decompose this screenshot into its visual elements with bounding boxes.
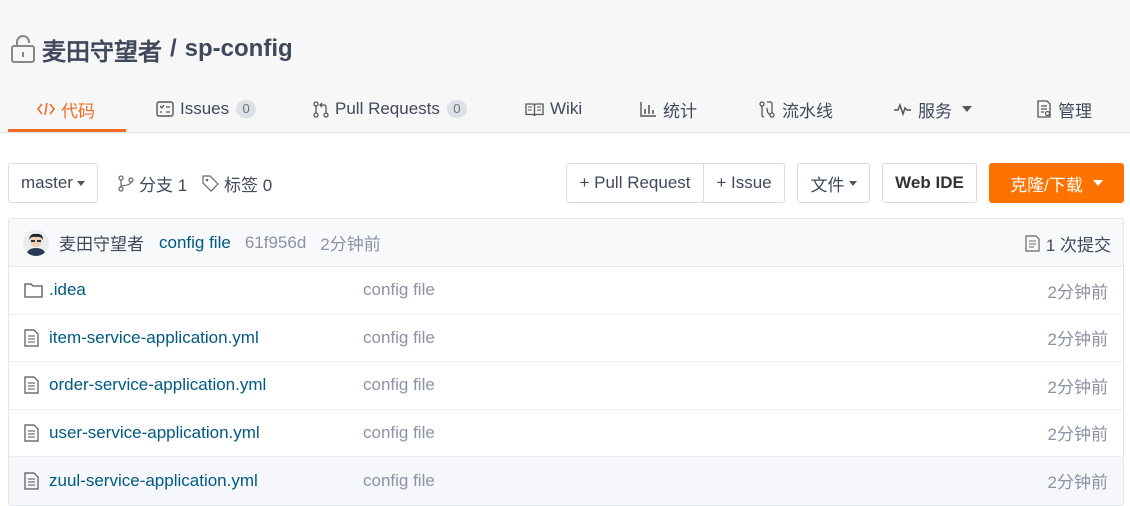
tab-stats[interactable]: 统计 [640,86,697,132]
tab-manage-label: 管理 [1058,101,1092,121]
repo-tabs: 代码 Issues 0 Pull Requests 0 Wiki 统计 流水线 … [0,86,1130,133]
file-commit-time: 2分钟前 [1047,282,1108,302]
file-name-link[interactable]: item-service-application.yml [49,328,259,348]
code-icon [37,101,55,117]
file-row[interactable]: user-service-application.yml config file… [9,410,1123,457]
file-menu-button[interactable]: 文件 [797,163,870,203]
tab-pipeline-label: 流水线 [782,101,833,121]
tab-pipeline[interactable]: 流水线 [758,86,833,132]
tab-wiki[interactable]: Wiki [525,86,582,132]
clone-download-button[interactable]: 克隆/下载 [989,163,1124,203]
book-icon [525,102,544,117]
pull-requests-count-badge: 0 [446,100,467,118]
file-commit-message[interactable]: config file [363,280,435,300]
tab-stats-label: 统计 [663,101,697,121]
tab-code-label: 代码 [61,101,95,121]
avatar[interactable] [23,229,49,256]
file-icon [24,424,39,442]
active-tab-indicator [8,129,126,132]
repo-owner-link[interactable]: 麦田守望者 [42,32,162,67]
branches-label: 分支 1 [139,175,188,195]
pull-request-icon [313,100,329,118]
file-commit-time: 2分钟前 [1047,425,1108,445]
file-name-link[interactable]: .idea [49,280,86,300]
file-row[interactable]: order-service-application.yml config fil… [9,362,1123,410]
branch-select-label: master [21,173,73,192]
commit-sha[interactable]: 61f956d [245,233,306,253]
repo-name-link[interactable]: sp-config [185,35,293,63]
tab-pull-requests-label: Pull Requests [335,99,440,118]
repo-separator: / [170,35,177,62]
tab-wiki-label: Wiki [550,99,583,118]
settings-doc-icon [1036,100,1052,118]
tags-link[interactable]: 标签 0 [202,163,272,203]
file-name-link[interactable]: order-service-application.yml [49,375,266,395]
repo-header: 麦田守望者 / sp-config 代码 Issues 0 Pull Reque… [0,0,1130,133]
commit-author[interactable]: 麦田守望者 [59,230,144,255]
file-name-link[interactable]: zuul-service-application.yml [49,471,258,491]
branches-link[interactable]: 分支 1 [118,163,187,203]
pipeline-icon [758,100,776,118]
repo-toolbar: master 分支 1 标签 0 + Pull Request + Issue … [0,163,1130,203]
tab-code[interactable]: 代码 [37,86,95,132]
file-commit-message[interactable]: config file [363,375,435,395]
file-commit-time: 2分钟前 [1047,330,1108,350]
file-row[interactable]: item-service-application.yml config file… [9,315,1123,362]
file-commit-message[interactable]: config file [363,423,435,443]
file-commit-time: 2分钟前 [1047,377,1108,397]
issues-count-badge: 0 [236,100,257,118]
folder-icon [24,282,43,298]
file-commit-time: 2分钟前 [1047,473,1108,493]
chevron-down-icon [76,180,85,186]
commit-history-icon [1025,234,1040,252]
new-pull-request-button[interactable]: + Pull Request [566,163,704,203]
tab-pull-requests[interactable]: Pull Requests 0 [313,86,467,132]
new-issue-button[interactable]: + Issue [703,163,785,203]
chevron-down-icon [848,180,857,186]
chevron-down-icon [1092,180,1103,186]
repo-title: 麦田守望者 / sp-config [10,32,293,66]
file-row[interactable]: .idea config file 2分钟前 [9,267,1123,315]
file-commit-message[interactable]: config file [363,471,435,491]
file-icon [24,472,39,490]
latest-commit-bar: 麦田守望者 config file 61f956d 2分钟前 1 次提交 [9,219,1123,267]
branch-icon [118,174,134,192]
file-name-link[interactable]: user-service-application.yml [49,423,260,443]
tab-services-label: 服务 [918,101,952,121]
lock-icon [10,34,36,64]
tab-manage[interactable]: 管理 [1036,86,1092,132]
file-menu-label: 文件 [810,175,845,195]
file-commit-message[interactable]: config file [363,328,435,348]
tab-services[interactable]: 服务 [893,86,972,132]
clone-download-label: 克隆/下载 [1010,175,1083,195]
commit-count-label: 1 次提交 [1045,235,1111,255]
commit-message-link[interactable]: config file [159,233,231,253]
tag-icon [202,174,219,192]
commit-count-link[interactable]: 1 次提交 [1025,219,1111,267]
issues-icon [156,101,174,117]
chevron-down-icon [962,106,972,112]
tab-issues-label: Issues [180,99,230,118]
tags-label: 标签 0 [224,175,273,195]
file-row[interactable]: zuul-service-application.yml config file… [9,457,1123,505]
commit-time: 2分钟前 [320,235,381,254]
pulse-icon [893,102,912,116]
bar-chart-icon [640,101,657,117]
file-icon [24,329,39,347]
file-list: 麦田守望者 config file 61f956d 2分钟前 1 次提交 .id… [8,218,1124,506]
tab-issues[interactable]: Issues 0 [156,86,257,132]
file-icon [24,376,39,394]
web-ide-button[interactable]: Web IDE [882,163,977,203]
branch-select[interactable]: master [8,163,98,203]
